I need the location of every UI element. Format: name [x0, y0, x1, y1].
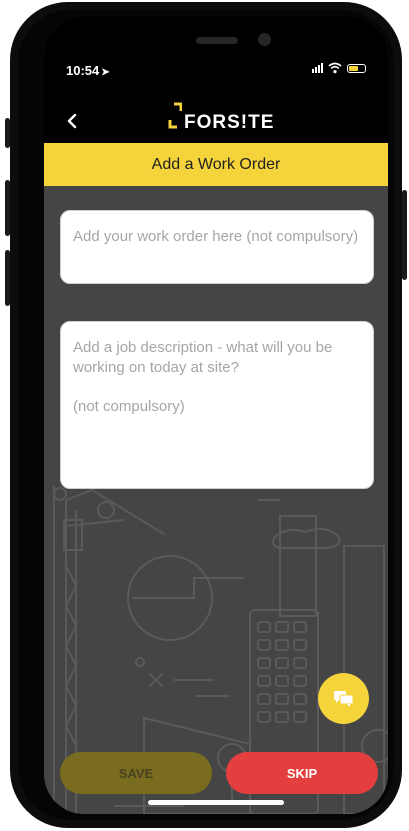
chat-bubbles-icon [333, 690, 353, 707]
work-order-input[interactable]: Add your work order here (not compulsory… [60, 210, 374, 284]
location-arrow-icon: ➤ [101, 67, 110, 78]
page-header: Add a Work Order [44, 143, 388, 186]
logo-bracket-icon [168, 102, 182, 129]
front-camera [258, 33, 271, 46]
home-indicator[interactable] [148, 800, 284, 805]
status-time: 10:54 ➤ [66, 63, 110, 78]
speaker-grille [196, 37, 238, 44]
save-button[interactable]: SAVE [60, 752, 212, 794]
status-time-text: 10:54 [66, 63, 100, 78]
app-screen: 10:54 ➤ FORS!TE Add a Work Order Add you… [44, 16, 388, 814]
signal-icon [312, 63, 323, 73]
app-top-bar: 10:54 ➤ FORS!TE [44, 16, 388, 143]
device-power-button [402, 190, 407, 280]
forsite-logo: FORS!TE [168, 100, 274, 134]
chat-button[interactable] [318, 673, 369, 724]
battery-icon [347, 63, 366, 73]
logo-text: FORS!TE [184, 112, 275, 133]
skip-button[interactable]: SKIP [226, 752, 378, 794]
job-description-input[interactable]: Add a job description - what will you be… [60, 321, 374, 489]
page-title: Add a Work Order [151, 155, 281, 173]
status-icons [312, 62, 366, 74]
back-chevron-icon[interactable] [62, 111, 82, 131]
wifi-icon [328, 62, 342, 74]
